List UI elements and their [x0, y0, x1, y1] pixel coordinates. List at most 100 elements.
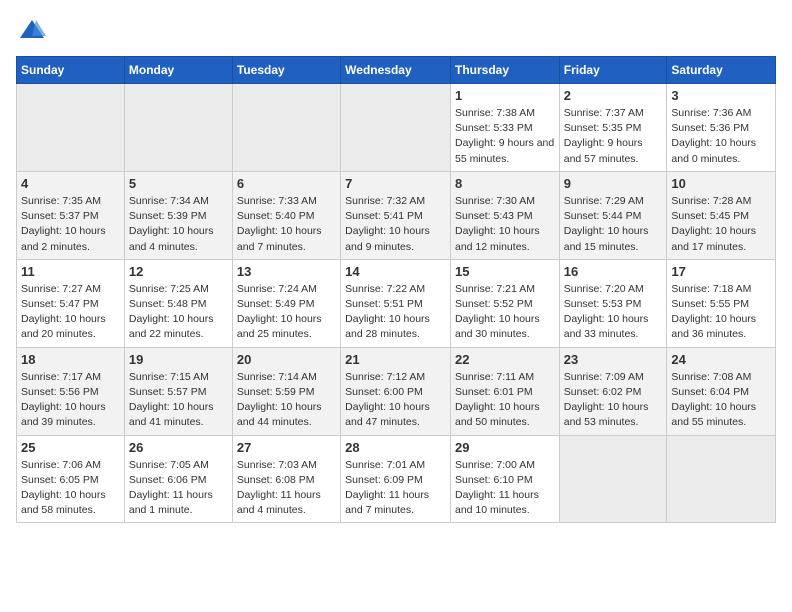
calendar-cell: 26 Sunrise: 7:05 AMSunset: 6:06 PMDayligh…: [124, 435, 232, 523]
day-info: Sunrise: 7:33 AMSunset: 5:40 PMDaylight:…: [237, 194, 336, 255]
calendar-cell: 23 Sunrise: 7:09 AMSunset: 6:02 PMDayligh…: [559, 347, 667, 435]
day-info: Sunrise: 7:14 AMSunset: 5:59 PMDaylight:…: [237, 370, 336, 431]
weekday-header-monday: Monday: [124, 57, 232, 84]
calendar-cell: 22Sunrise: 7:11 AMSunset: 6:01 PMDayligh…: [450, 347, 559, 435]
day-info: Sunrise: 7:20 AMSunset: 5:53 PMDaylight:…: [564, 282, 663, 343]
day-number: 28: [345, 440, 446, 455]
page-header: [16, 16, 776, 44]
calendar-cell: [124, 84, 232, 172]
calendar-cell: 6 Sunrise: 7:33 AMSunset: 5:40 PMDaylight…: [232, 171, 340, 259]
day-number: 19: [129, 352, 228, 367]
calendar-cell: 4 Sunrise: 7:35 AMSunset: 5:37 PMDaylight…: [17, 171, 125, 259]
calendar-week-1: 1 Sunrise: 7:38 AMSunset: 5:33 PMDaylight…: [17, 84, 776, 172]
calendar-cell: 1 Sunrise: 7:38 AMSunset: 5:33 PMDaylight…: [450, 84, 559, 172]
day-info: Sunrise: 7:18 AMSunset: 5:55 PMDaylight:…: [671, 282, 771, 343]
day-number: 11: [21, 264, 120, 279]
weekday-header-friday: Friday: [559, 57, 667, 84]
day-number: 20: [237, 352, 336, 367]
day-number: 25: [21, 440, 120, 455]
day-number: 29: [455, 440, 555, 455]
day-number: 7: [345, 176, 446, 191]
calendar-cell: 14Sunrise: 7:22 AMSunset: 5:51 PMDayligh…: [341, 259, 451, 347]
calendar-cell: 15 Sunrise: 7:21 AMSunset: 5:52 PMDayligh…: [450, 259, 559, 347]
day-number: 18: [21, 352, 120, 367]
day-info: Sunrise: 7:36 AMSunset: 5:36 PMDaylight:…: [671, 106, 771, 167]
calendar-cell: 18 Sunrise: 7:17 AMSunset: 5:56 PMDayligh…: [17, 347, 125, 435]
calendar-cell: 19 Sunrise: 7:15 AMSunset: 5:57 PMDayligh…: [124, 347, 232, 435]
day-number: 3: [671, 88, 771, 103]
logo-icon: [18, 16, 46, 44]
day-number: 5: [129, 176, 228, 191]
calendar-week-5: 25 Sunrise: 7:06 AMSunset: 6:05 PMDayligh…: [17, 435, 776, 523]
calendar-cell: [667, 435, 776, 523]
day-info: Sunrise: 7:03 AMSunset: 6:08 PMDaylight:…: [237, 458, 336, 519]
weekday-header-row: SundayMondayTuesdayWednesdayThursdayFrid…: [17, 57, 776, 84]
day-info: Sunrise: 7:29 AMSunset: 5:44 PMDaylight:…: [564, 194, 663, 255]
calendar-week-3: 11 Sunrise: 7:27 AMSunset: 5:47 PMDayligh…: [17, 259, 776, 347]
day-info: Sunrise: 7:22 AMSunset: 5:51 PMDaylight:…: [345, 282, 446, 343]
day-info: Sunrise: 7:38 AMSunset: 5:33 PMDaylight:…: [455, 106, 555, 167]
calendar-body: 1 Sunrise: 7:38 AMSunset: 5:33 PMDaylight…: [17, 84, 776, 523]
day-info: Sunrise: 7:32 AMSunset: 5:41 PMDaylight:…: [345, 194, 446, 255]
weekday-header-thursday: Thursday: [450, 57, 559, 84]
day-number: 2: [564, 88, 663, 103]
day-number: 12: [129, 264, 228, 279]
day-number: 26: [129, 440, 228, 455]
day-info: Sunrise: 7:09 AMSunset: 6:02 PMDaylight:…: [564, 370, 663, 431]
day-info: Sunrise: 7:24 AMSunset: 5:49 PMDaylight:…: [237, 282, 336, 343]
weekday-header-wednesday: Wednesday: [341, 57, 451, 84]
calendar-cell: 16 Sunrise: 7:20 AMSunset: 5:53 PMDayligh…: [559, 259, 667, 347]
day-number: 27: [237, 440, 336, 455]
calendar-cell: [341, 84, 451, 172]
day-info: Sunrise: 7:21 AMSunset: 5:52 PMDaylight:…: [455, 282, 555, 343]
day-info: Sunrise: 7:08 AMSunset: 6:04 PMDaylight:…: [671, 370, 771, 431]
calendar-cell: 13 Sunrise: 7:24 AMSunset: 5:49 PMDayligh…: [232, 259, 340, 347]
weekday-header-saturday: Saturday: [667, 57, 776, 84]
calendar-cell: 21Sunrise: 7:12 AMSunset: 6:00 PMDayligh…: [341, 347, 451, 435]
day-number: 24: [671, 352, 771, 367]
weekday-header-sunday: Sunday: [17, 57, 125, 84]
calendar-table: SundayMondayTuesdayWednesdayThursdayFrid…: [16, 56, 776, 523]
calendar-cell: [232, 84, 340, 172]
calendar-cell: 20 Sunrise: 7:14 AMSunset: 5:59 PMDayligh…: [232, 347, 340, 435]
calendar-week-2: 4 Sunrise: 7:35 AMSunset: 5:37 PMDaylight…: [17, 171, 776, 259]
calendar-cell: 9 Sunrise: 7:29 AMSunset: 5:44 PMDaylight…: [559, 171, 667, 259]
day-number: 17: [671, 264, 771, 279]
day-info: Sunrise: 7:30 AMSunset: 5:43 PMDaylight:…: [455, 194, 555, 255]
day-info: Sunrise: 7:37 AMSunset: 5:35 PMDaylight:…: [564, 106, 663, 167]
day-info: Sunrise: 7:15 AMSunset: 5:57 PMDaylight:…: [129, 370, 228, 431]
calendar-cell: 29Sunrise: 7:00 AMSunset: 6:10 PMDayligh…: [450, 435, 559, 523]
day-number: 23: [564, 352, 663, 367]
day-info: Sunrise: 7:28 AMSunset: 5:45 PMDaylight:…: [671, 194, 771, 255]
day-number: 16: [564, 264, 663, 279]
calendar-week-4: 18 Sunrise: 7:17 AMSunset: 5:56 PMDayligh…: [17, 347, 776, 435]
calendar-cell: [559, 435, 667, 523]
calendar-cell: [17, 84, 125, 172]
day-number: 22: [455, 352, 555, 367]
day-number: 1: [455, 88, 555, 103]
day-number: 13: [237, 264, 336, 279]
calendar-cell: 17 Sunrise: 7:18 AMSunset: 5:55 PMDayligh…: [667, 259, 776, 347]
calendar-cell: 11 Sunrise: 7:27 AMSunset: 5:47 PMDayligh…: [17, 259, 125, 347]
day-info: Sunrise: 7:27 AMSunset: 5:47 PMDaylight:…: [21, 282, 120, 343]
calendar-cell: 12 Sunrise: 7:25 AMSunset: 5:48 PMDayligh…: [124, 259, 232, 347]
day-info: Sunrise: 7:12 AMSunset: 6:00 PMDaylight:…: [345, 370, 446, 431]
day-info: Sunrise: 7:01 AMSunset: 6:09 PMDaylight:…: [345, 458, 446, 519]
calendar-cell: 24 Sunrise: 7:08 AMSunset: 6:04 PMDayligh…: [667, 347, 776, 435]
calendar-cell: 2 Sunrise: 7:37 AMSunset: 5:35 PMDaylight…: [559, 84, 667, 172]
calendar-cell: 10 Sunrise: 7:28 AMSunset: 5:45 PMDayligh…: [667, 171, 776, 259]
logo: [16, 16, 46, 44]
day-info: Sunrise: 7:05 AMSunset: 6:06 PMDaylight:…: [129, 458, 228, 519]
calendar-cell: 7 Sunrise: 7:32 AMSunset: 5:41 PMDaylight…: [341, 171, 451, 259]
day-info: Sunrise: 7:25 AMSunset: 5:48 PMDaylight:…: [129, 282, 228, 343]
day-info: Sunrise: 7:06 AMSunset: 6:05 PMDaylight:…: [21, 458, 120, 519]
day-number: 9: [564, 176, 663, 191]
day-info: Sunrise: 7:17 AMSunset: 5:56 PMDaylight:…: [21, 370, 120, 431]
day-number: 4: [21, 176, 120, 191]
day-number: 15: [455, 264, 555, 279]
day-number: 8: [455, 176, 555, 191]
day-number: 6: [237, 176, 336, 191]
day-number: 10: [671, 176, 771, 191]
calendar-cell: 3 Sunrise: 7:36 AMSunset: 5:36 PMDaylight…: [667, 84, 776, 172]
day-info: Sunrise: 7:35 AMSunset: 5:37 PMDaylight:…: [21, 194, 120, 255]
